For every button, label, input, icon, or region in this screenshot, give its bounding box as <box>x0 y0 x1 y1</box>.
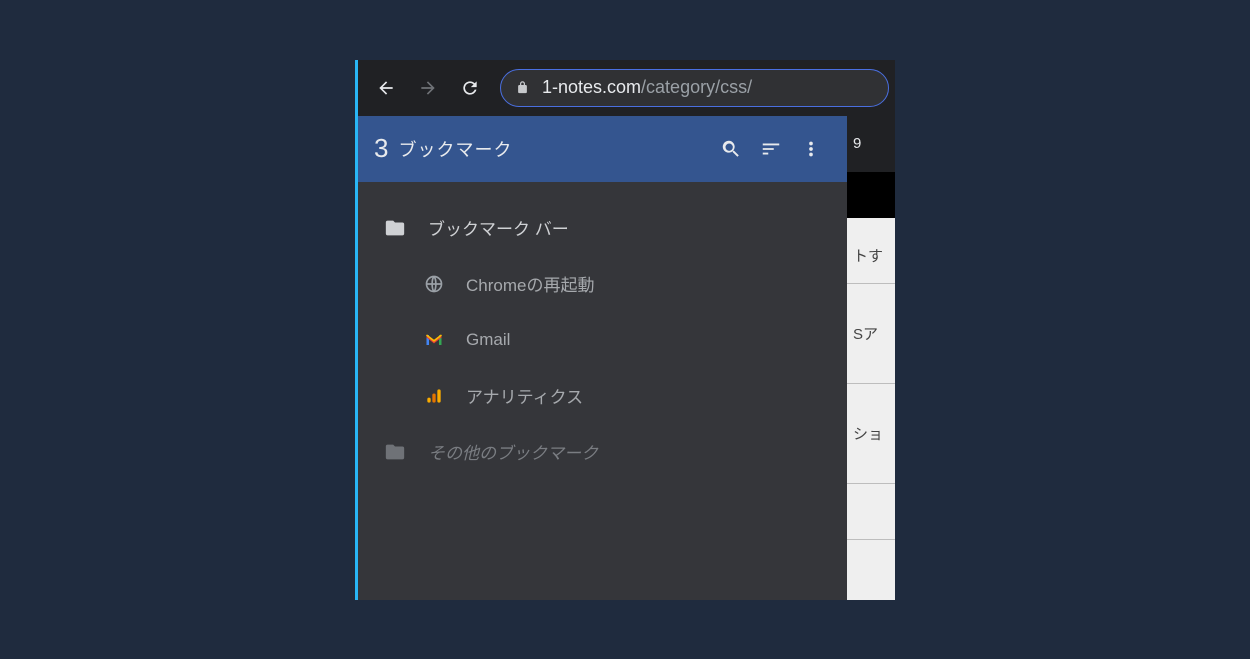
bookmark-label: Gmail <box>466 330 510 350</box>
folder-icon <box>384 441 406 463</box>
bookmarks-panel-header: 3 ブックマーク <box>358 116 847 182</box>
bg-cell: トす <box>847 228 895 284</box>
folder-other-bookmarks[interactable]: その他のブックマーク <box>358 424 847 480</box>
panel-title: ブックマーク <box>398 136 711 162</box>
analytics-icon <box>424 386 444 406</box>
url-host: 1-notes.com <box>542 77 641 97</box>
folder-label: その他のブックマーク <box>428 439 598 464</box>
search-icon <box>720 138 742 160</box>
reload-icon <box>460 78 480 98</box>
arrow-right-icon <box>418 78 438 98</box>
background-page-strip: 9 トす Sア ショ <box>847 116 895 600</box>
bookmark-chrome-restart[interactable]: Chromeの再起動 <box>358 256 847 312</box>
gmail-icon <box>424 330 444 350</box>
bg-blackbar <box>847 172 895 218</box>
bookmark-analytics[interactable]: アナリティクス <box>358 368 847 424</box>
sort-icon <box>760 138 782 160</box>
bookmark-gmail[interactable]: Gmail <box>358 312 847 368</box>
bg-spacer <box>847 218 895 228</box>
bookmark-label: Chromeの再起動 <box>466 271 594 296</box>
url-path: /category/css/ <box>641 77 752 97</box>
arrow-left-icon <box>376 78 396 98</box>
bg-cell <box>847 484 895 540</box>
address-bar[interactable]: 1-notes.com/category/css/ <box>500 69 889 107</box>
bookmarks-panel: 3 ブックマーク ブックマーク バー <box>358 116 847 600</box>
folder-label: ブックマーク バー <box>428 215 569 240</box>
browser-toolbar: 1-notes.com/category/css/ <box>358 60 895 116</box>
lock-icon <box>515 80 530 95</box>
sort-button[interactable] <box>751 129 791 169</box>
more-button[interactable] <box>791 129 831 169</box>
bg-cell: ショ <box>847 384 895 484</box>
more-vert-icon <box>800 138 822 160</box>
screenshot-frame: 1-notes.com/category/css/ 9 トす Sア ショ 3 ブ… <box>355 60 895 600</box>
folder-bookmarks-bar[interactable]: ブックマーク バー <box>358 200 847 256</box>
globe-icon <box>424 274 444 294</box>
bg-cell: 9 <box>847 116 895 172</box>
bookmarks-list: ブックマーク バー Chromeの再起動 Gmail アナリティクス <box>358 182 847 480</box>
selection-count: 3 <box>374 133 388 164</box>
back-button[interactable] <box>368 70 404 106</box>
search-button[interactable] <box>711 129 751 169</box>
reload-button[interactable] <box>452 70 488 106</box>
url-text: 1-notes.com/category/css/ <box>542 77 752 98</box>
folder-icon <box>384 217 406 239</box>
bg-cell: Sア <box>847 284 895 384</box>
forward-button[interactable] <box>410 70 446 106</box>
bookmark-label: アナリティクス <box>466 383 583 408</box>
